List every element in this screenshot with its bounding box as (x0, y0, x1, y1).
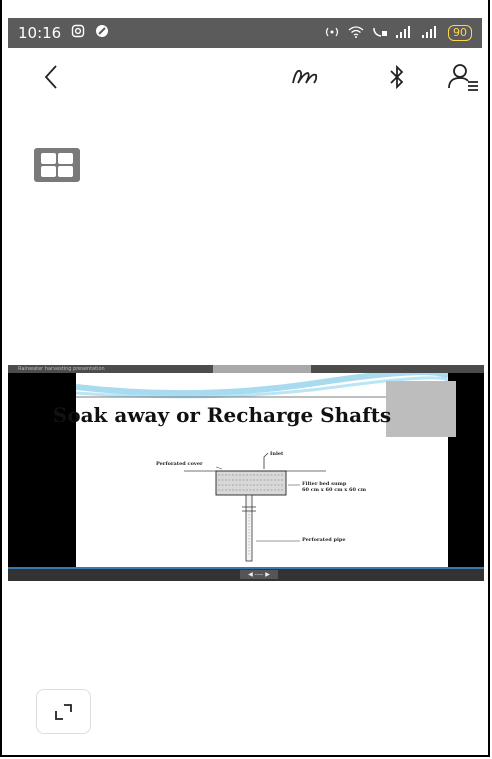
participants-button[interactable] (446, 60, 480, 94)
diagram-drawing (184, 452, 326, 562)
label-inlet: Inlet (270, 451, 284, 457)
fullscreen-button[interactable] (36, 689, 91, 734)
grid-icon-cell (41, 166, 56, 177)
signal-icon-2 (422, 25, 440, 41)
progress-bar[interactable] (8, 567, 484, 569)
grid-icon-cell (58, 166, 73, 177)
volte-icon (372, 26, 388, 41)
grid-icon (41, 153, 56, 164)
recharge-shaft-diagram: Inlet Perforated cover Filter bed sump 6… (156, 445, 376, 565)
presentation-slide: Soak away or Recharge Shafts Inlet Perfo… (53, 373, 456, 567)
shared-screen-view[interactable]: Rainwater harvesting presentation Soak a… (8, 365, 484, 581)
label-dimensions: 60 cm x 60 cm x 60 cm (302, 487, 367, 493)
slide-header-text: Rainwater harvesting presentation (18, 366, 105, 372)
player-top-tab (213, 365, 311, 373)
grid-view-button[interactable] (34, 148, 80, 182)
top-toolbar (8, 55, 482, 99)
bluetooth-button[interactable] (380, 60, 414, 94)
scribble-icon (292, 69, 318, 84)
grid-icon-cell (58, 153, 73, 164)
slide-navigation[interactable]: ◀ ---- ▶ (240, 570, 278, 579)
wifi-icon (348, 25, 364, 41)
user-list-icon (448, 64, 478, 91)
expand-icon (55, 704, 72, 720)
label-perforated-cover: Perforated cover (156, 461, 203, 467)
chevron-left-icon (44, 65, 57, 89)
camera-status-icon (71, 24, 85, 42)
app-status-icon (95, 24, 109, 42)
bluetooth-icon (390, 64, 404, 90)
signal-icon (396, 25, 414, 41)
slide-title: Soak away or Recharge Shafts (52, 403, 392, 427)
battery-indicator: 90 (448, 25, 472, 41)
status-time: 10:16 (18, 24, 62, 42)
draw-button[interactable] (290, 60, 324, 94)
status-bar: 10:16 90 (8, 18, 482, 48)
label-perforated-pipe: Perforated pipe (302, 537, 346, 543)
hotspot-icon (324, 26, 340, 41)
back-button[interactable] (34, 60, 68, 94)
